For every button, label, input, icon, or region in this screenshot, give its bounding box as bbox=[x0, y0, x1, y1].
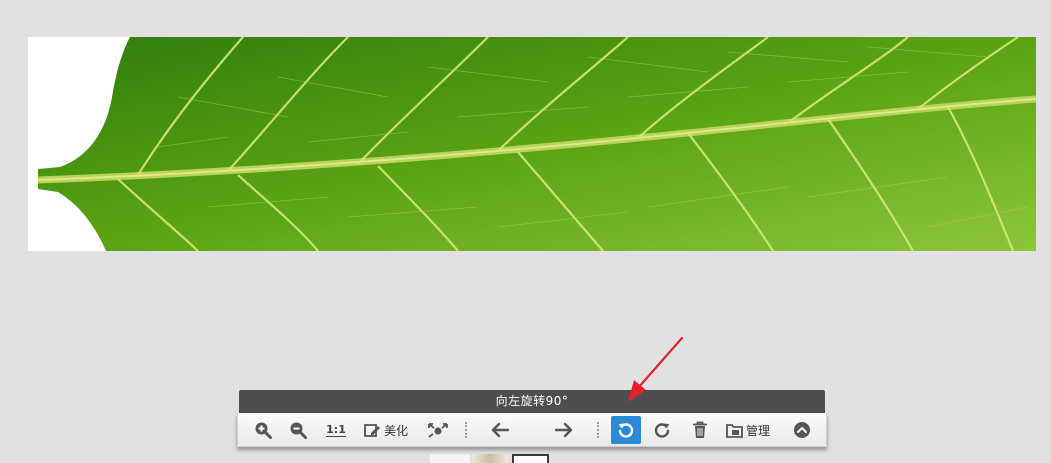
chevron-up-icon bbox=[794, 422, 810, 438]
next-image-button[interactable] bbox=[550, 416, 578, 444]
rotate-left-button[interactable] bbox=[611, 416, 641, 444]
zoom-in-icon bbox=[255, 422, 272, 439]
previous-image-button[interactable] bbox=[486, 416, 514, 444]
toolbar-separator bbox=[597, 422, 599, 438]
actual-size-button[interactable]: 1:1 bbox=[322, 416, 350, 444]
arrow-right-icon bbox=[554, 422, 573, 438]
pencil-edit-icon bbox=[364, 423, 380, 437]
toolbar-separator bbox=[465, 422, 467, 438]
thumbnail-selected[interactable] bbox=[512, 454, 549, 463]
manage-button[interactable]: 管理 bbox=[726, 416, 770, 444]
rotate-right-icon bbox=[654, 423, 670, 438]
zoom-out-icon bbox=[290, 422, 307, 439]
beautify-button[interactable]: 美化 bbox=[364, 416, 408, 444]
actual-size-label: 1:1 bbox=[326, 422, 346, 437]
manage-label: 管理 bbox=[746, 423, 771, 438]
zoom-out-button[interactable] bbox=[284, 416, 312, 444]
thumbnail[interactable] bbox=[430, 454, 470, 463]
fullscreen-button[interactable] bbox=[424, 416, 452, 444]
zoom-in-button[interactable] bbox=[249, 416, 277, 444]
rotate-right-button[interactable] bbox=[648, 416, 676, 444]
folder-manage-icon bbox=[726, 423, 743, 438]
rotate-left-icon bbox=[618, 423, 634, 438]
beautify-label: 美化 bbox=[384, 423, 409, 438]
leaf-photo bbox=[37, 37, 1036, 251]
thumbnail[interactable] bbox=[472, 454, 508, 463]
fullscreen-icon bbox=[428, 423, 448, 438]
viewer-toolbar: 1:1 美化 管理 bbox=[237, 413, 827, 447]
viewed-image bbox=[28, 37, 1036, 251]
trash-icon bbox=[693, 421, 707, 438]
collapse-button[interactable] bbox=[788, 416, 816, 444]
delete-button[interactable] bbox=[686, 416, 714, 444]
arrow-left-icon bbox=[491, 422, 510, 438]
tooltip: 向左旋转90° bbox=[239, 390, 825, 413]
